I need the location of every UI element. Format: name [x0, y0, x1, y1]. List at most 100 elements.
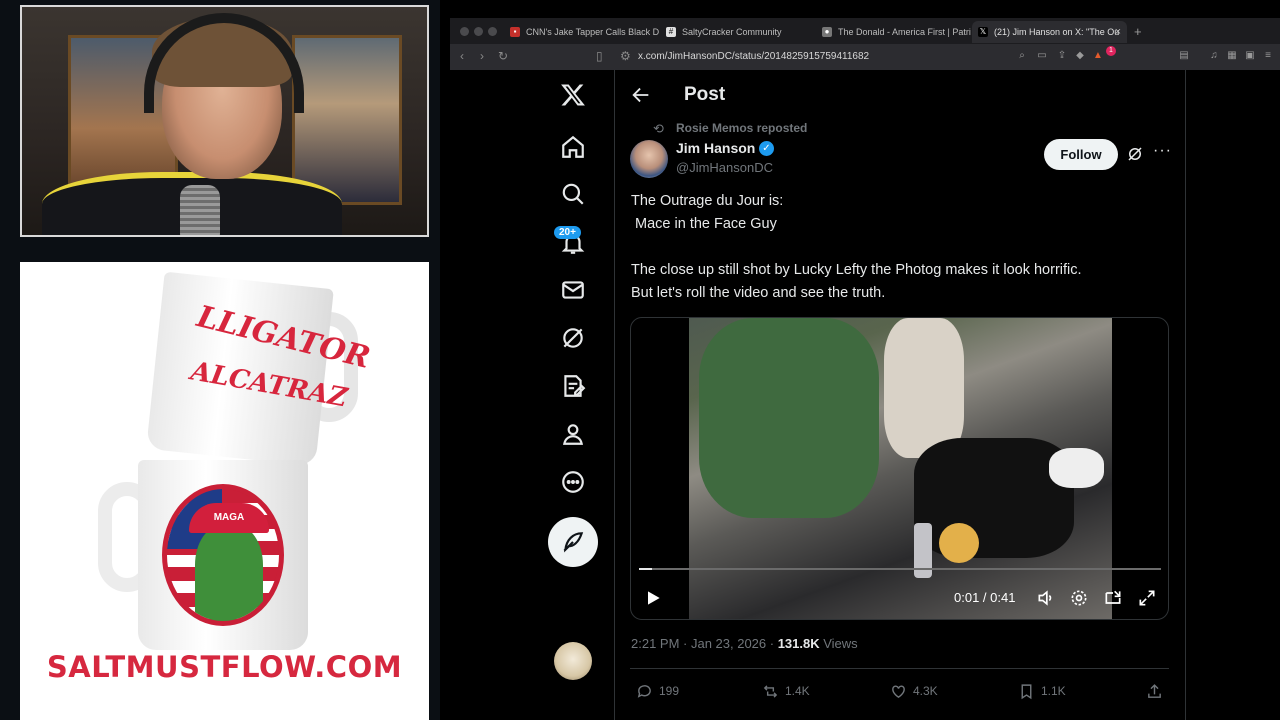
reading-list-icon[interactable]: ▦ [1226, 50, 1238, 62]
grok-explain-icon[interactable] [1126, 145, 1144, 163]
home-icon[interactable] [558, 134, 588, 164]
share-icon [1148, 684, 1161, 699]
menu-icon[interactable]: ≡ [1262, 50, 1274, 62]
feather-icon [563, 532, 584, 553]
video-frame [689, 318, 1112, 619]
author-handle[interactable]: @JimHansonDC [676, 160, 773, 175]
video-progress-fill [639, 568, 652, 570]
browser-window: ▪ CNN's Jake Tapper Calls Black DC # Sal… [450, 18, 1280, 720]
address-bar: ‹ › ↻ ▯ ⚙ x.com/JimHansonDC/status/20148… [450, 44, 1280, 70]
video-sneaker [1049, 448, 1104, 488]
more-options-icon[interactable] [558, 469, 588, 499]
column-divider [1185, 70, 1186, 720]
new-tab-icon[interactable]: + [1134, 21, 1142, 43]
settings-gear-icon[interactable] [1069, 588, 1089, 608]
window-zoom-control[interactable] [488, 27, 497, 36]
search-icon[interactable] [558, 181, 588, 211]
heart-icon [892, 685, 905, 699]
reply-count: 199 [659, 684, 680, 698]
window-close-control[interactable] [460, 27, 469, 36]
video-figure-dark-clothes [914, 438, 1074, 558]
post-text-line: Mace in the Face Guy [631, 216, 777, 232]
profile-icon[interactable] [558, 421, 588, 451]
donald-favicon-icon: ● [822, 27, 832, 37]
painting-right [292, 35, 402, 205]
shields-icon[interactable]: ◆ [1074, 50, 1086, 62]
webcam-feed [20, 5, 429, 237]
x-logo-icon[interactable] [558, 82, 588, 112]
tab-label: SaltyCracker Community [682, 27, 782, 37]
messages-icon[interactable] [558, 277, 588, 307]
views-label: Views [819, 636, 858, 651]
window-minimize-control[interactable] [474, 27, 483, 36]
site-info-icon[interactable]: ⚙ [620, 49, 631, 63]
video-player[interactable]: 0:01 / 0:41 [630, 317, 1169, 620]
headphones [144, 13, 304, 113]
share-button[interactable] [1146, 682, 1169, 700]
views-count: 131.8K [777, 636, 820, 651]
bookmark-page-icon[interactable]: ▯ [596, 49, 603, 63]
zoom-icon[interactable]: ⌕ [1016, 50, 1028, 62]
tab-x-post[interactable]: 𝕏 (21) Jim Hanson on X: "The Ou × [972, 21, 1127, 43]
timestamp-text[interactable]: 2:21 PM · Jan 23, 2026 · [631, 636, 778, 651]
repost-button[interactable]: 1.4K [762, 682, 810, 700]
bookmark-icon [1021, 684, 1032, 700]
fullscreen-icon[interactable] [1137, 588, 1157, 608]
volume-icon[interactable] [1036, 588, 1056, 608]
rewards-icon[interactable]: ▲ [1092, 50, 1104, 62]
compose-post-button[interactable] [548, 517, 598, 567]
tab-cnn[interactable]: ▪ CNN's Jake Tapper Calls Black DC [504, 21, 659, 43]
stream-overlay: LLIGATOR ALCATRAZ MAGA SALTMUSTFLOW.COM [0, 0, 440, 720]
tab-label: (21) Jim Hanson on X: "The Ou [994, 27, 1120, 37]
community-favicon-icon: # [666, 27, 676, 37]
author-avatar[interactable] [630, 140, 668, 178]
sidebar-toggle-icon[interactable]: ▤ [1178, 50, 1190, 62]
microphone [180, 185, 220, 235]
post-more-icon[interactable]: ··· [1153, 142, 1172, 160]
wallet-icon[interactable]: ▣ [1244, 50, 1256, 62]
page-title: Post [684, 84, 726, 105]
tab-label: CNN's Jake Tapper Calls Black DC [526, 27, 659, 37]
reply-button[interactable]: 199 [636, 682, 679, 700]
url-field[interactable]: x.com/JimHansonDC/status/201482591575941… [638, 51, 869, 62]
verified-badge-icon: ✓ [759, 141, 774, 156]
play-icon[interactable] [643, 588, 663, 608]
repost-count: 1.4K [785, 684, 810, 698]
extensions-icon[interactable]: ♫ [1208, 50, 1220, 62]
tab-saltycracker[interactable]: # SaltyCracker Community [660, 21, 815, 43]
video-figure-green-jacket [699, 318, 879, 518]
share-page-icon[interactable]: ⇪ [1056, 50, 1068, 62]
like-count: 4.3K [913, 684, 938, 698]
post-text-line: The close up still shot by Lucky Lefty t… [631, 262, 1082, 278]
reload-icon[interactable]: ↻ [498, 49, 508, 63]
picture-in-picture-icon[interactable] [1103, 588, 1123, 608]
video-scrubber[interactable] [639, 568, 1161, 570]
gator-graphic [195, 525, 263, 621]
like-button[interactable]: 4.3K [890, 682, 938, 700]
cast-icon[interactable]: ▭ [1036, 50, 1048, 62]
close-tab-icon[interactable]: × [1115, 21, 1121, 43]
video-spray-burst [939, 523, 979, 563]
author-name[interactable]: Jim Hanson [676, 140, 755, 156]
merch-url: SALTMUSTFLOW.COM [46, 650, 403, 684]
repost-indicator-icon: ⟲ [653, 121, 664, 136]
tab-the-donald[interactable]: ● The Donald - America First | Patri [816, 21, 971, 43]
video-figure-white-shirt [884, 318, 964, 458]
tab-label: The Donald - America First | Patri [838, 27, 971, 37]
post-timestamp: 2:21 PM · Jan 23, 2026 · 131.8K Views [631, 636, 858, 651]
grok-icon[interactable] [558, 325, 588, 355]
follow-button[interactable]: Follow [1044, 139, 1118, 170]
account-avatar[interactable] [554, 642, 592, 680]
divider [630, 668, 1169, 669]
back-nav-icon[interactable]: ‹ [460, 49, 464, 63]
bookmark-button[interactable]: 1.1K [1018, 682, 1066, 700]
repost-label[interactable]: Rosie Memos reposted [676, 121, 807, 135]
articles-icon[interactable] [558, 373, 588, 403]
reply-icon [637, 685, 651, 699]
post-text-line: But let's roll the video and see the tru… [631, 285, 886, 301]
forward-nav-icon[interactable]: › [480, 49, 484, 63]
column-divider [614, 70, 615, 720]
back-arrow-icon[interactable] [630, 84, 652, 106]
notifications-badge: 20+ [554, 226, 581, 239]
x-favicon-icon: 𝕏 [978, 27, 988, 37]
